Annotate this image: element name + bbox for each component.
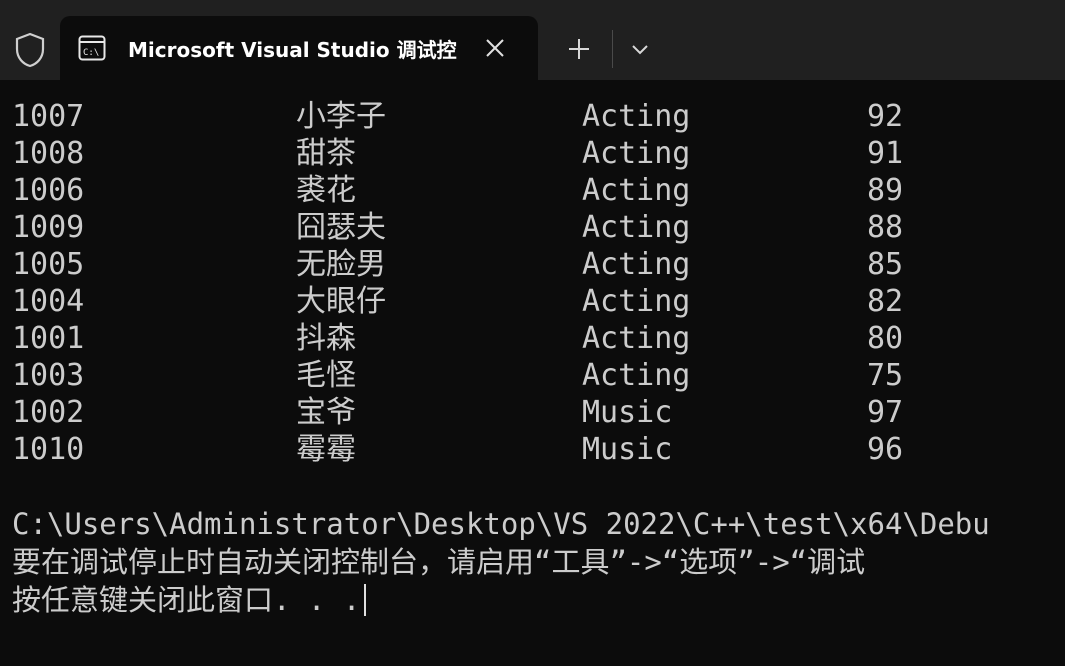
department: Acting <box>582 99 691 134</box>
close-icon[interactable] <box>484 37 506 59</box>
employee-name: 无脸男 <box>296 247 386 282</box>
employee-id: 1007 <box>12 99 85 134</box>
svg-text:C:\: C:\ <box>83 48 99 58</box>
plus-icon[interactable] <box>566 36 592 62</box>
list-item: 1001 抖森 Acting 80 <box>12 320 1062 357</box>
employee-name: 霉霉 <box>296 432 356 467</box>
titlebar-divider <box>612 30 613 68</box>
list-item: 1003 毛怪 Acting 75 <box>12 357 1062 394</box>
employee-id: 1005 <box>12 247 85 282</box>
prompt-line-wrap: 按任意键关闭此窗口. . . <box>12 581 1065 619</box>
console-icon: C:\ <box>78 35 106 61</box>
chevron-down-icon[interactable] <box>628 40 652 60</box>
tab-active[interactable]: C:\ Microsoft Visual Studio 调试控 <box>60 16 538 80</box>
list-item: 1005 无脸男 Acting 85 <box>12 246 1062 283</box>
tab-title: Microsoft Visual Studio 调试控 <box>128 38 457 62</box>
exe-path-line: C:\Users\Administrator\Desktop\VS 2022\C… <box>12 507 990 541</box>
department: Music <box>582 395 673 430</box>
list-item: 1010 霉霉 Music 96 <box>12 431 1062 468</box>
list-item: 1006 裘花 Acting 89 <box>12 172 1062 209</box>
employee-id: 1009 <box>12 210 85 245</box>
employee-id: 1010 <box>12 432 85 467</box>
department: Acting <box>582 321 691 356</box>
employee-name: 大眼仔 <box>296 284 386 319</box>
result-list: 1007 小李子 Acting 92 1008 甜茶 Acting 91 100… <box>12 98 1062 468</box>
employee-name: 甜茶 <box>296 136 356 171</box>
score: 88 <box>867 210 904 245</box>
score: 85 <box>867 247 904 282</box>
department: Music <box>582 432 673 467</box>
employee-name: 抖森 <box>296 321 356 356</box>
employee-id: 1001 <box>12 321 85 356</box>
score: 80 <box>867 321 904 356</box>
list-item: 1002 宝爷 Music 97 <box>12 394 1062 431</box>
list-item: 1009 囧瑟夫 Acting 88 <box>12 209 1062 246</box>
employee-id: 1002 <box>12 395 85 430</box>
score: 92 <box>867 99 904 134</box>
employee-id: 1003 <box>12 358 85 393</box>
score: 91 <box>867 136 904 171</box>
employee-name: 毛怪 <box>296 358 356 393</box>
list-item: 1008 甜茶 Acting 91 <box>12 135 1062 172</box>
employee-name: 囧瑟夫 <box>296 210 386 245</box>
employee-id: 1004 <box>12 284 85 319</box>
employee-name: 宝爷 <box>296 395 356 430</box>
employee-id: 1008 <box>12 136 85 171</box>
department: Acting <box>582 247 691 282</box>
prompt-line: 按任意键关闭此窗口. . . <box>12 583 361 617</box>
score: 75 <box>867 358 904 393</box>
score: 82 <box>867 284 904 319</box>
score: 89 <box>867 173 904 208</box>
score: 97 <box>867 395 904 430</box>
text-cursor <box>364 584 367 616</box>
employee-id: 1006 <box>12 173 85 208</box>
score: 96 <box>867 432 904 467</box>
list-item: 1007 小李子 Acting 92 <box>12 98 1062 135</box>
department: Acting <box>582 136 691 171</box>
employee-name: 小李子 <box>296 99 386 134</box>
department: Acting <box>582 173 691 208</box>
console-output[interactable]: 1007 小李子 Acting 92 1008 甜茶 Acting 91 100… <box>0 80 1065 666</box>
department: Acting <box>582 210 691 245</box>
list-item: 1004 大眼仔 Acting 82 <box>12 283 1062 320</box>
department: Acting <box>582 284 691 319</box>
employee-name: 裘花 <box>296 173 356 208</box>
shield-icon[interactable] <box>14 32 46 68</box>
console-footer: C:\Users\Administrator\Desktop\VS 2022\C… <box>12 505 1065 619</box>
close-hint-line: 要在调试停止时自动关闭控制台，请启用“工具”->“选项”->“调试 <box>12 545 866 579</box>
title-bar: C:\ Microsoft Visual Studio 调试控 <box>0 0 1065 80</box>
department: Acting <box>582 358 691 393</box>
